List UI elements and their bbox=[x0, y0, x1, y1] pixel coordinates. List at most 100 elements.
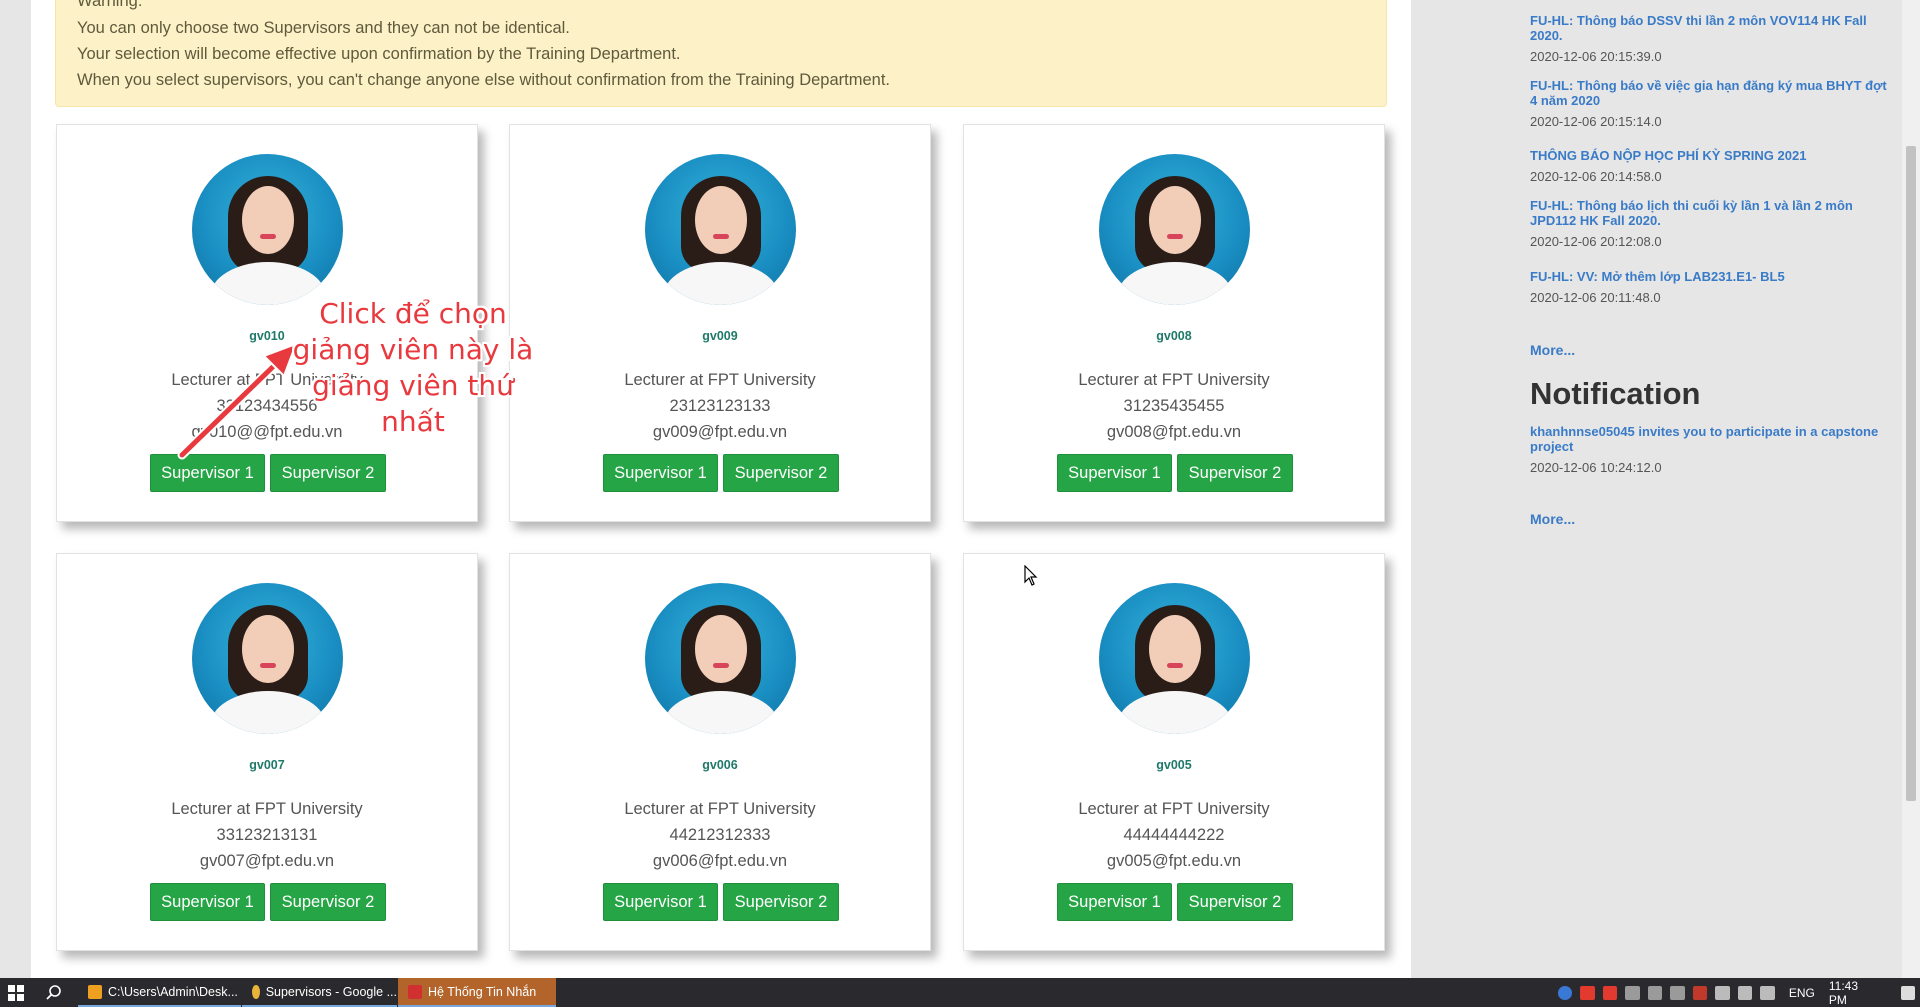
chrome-icon bbox=[252, 984, 260, 999]
windows-start-icon[interactable] bbox=[8, 985, 24, 1001]
supervisor-card: gv006 Lecturer at FPT University 4421231… bbox=[509, 553, 931, 951]
tray-app-icon[interactable] bbox=[1647, 985, 1663, 1000]
supervisor-code: gv005 bbox=[1156, 758, 1192, 772]
warning-box: Warning: You can only choose two Supervi… bbox=[55, 0, 1387, 107]
supervisor-role: Lecturer at FPT University bbox=[171, 800, 363, 818]
news-date: 2020-12-06 20:12:08.0 bbox=[1530, 234, 1662, 249]
supervisor-role: Lecturer at FPT University bbox=[1078, 371, 1270, 389]
warning-line: You can only choose two Supervisors and … bbox=[77, 19, 570, 37]
annotation-line: giảng viên thứ bbox=[312, 369, 514, 402]
taskbar-item-label: Supervisors - Google ... bbox=[265, 984, 397, 999]
supervisor-email: gv008@fpt.edu.vn bbox=[1106, 423, 1242, 441]
tray-app-icon[interactable] bbox=[1670, 985, 1685, 1000]
taskbar-item-messages[interactable]: Hệ Thống Tin Nhắn bbox=[398, 978, 556, 1007]
warning-line: Your selection will become effective upo… bbox=[77, 45, 681, 63]
news-date: 2020-12-06 20:11:48.0 bbox=[1530, 290, 1661, 305]
avatar bbox=[1099, 583, 1250, 734]
supervisor-phone: 33123213131 bbox=[216, 826, 318, 844]
news-item: FU-HL: Thông báo lịch thi cuối kỳ lần 1 … bbox=[1530, 198, 1890, 249]
news-more-link[interactable]: More... bbox=[1530, 342, 1575, 358]
supervisor-2-button[interactable]: Supervisor 2 bbox=[723, 883, 839, 921]
supervisor-email: gv009@fpt.edu.vn bbox=[652, 423, 788, 441]
search-icon[interactable] bbox=[45, 984, 63, 1002]
supervisor-1-button[interactable]: Supervisor 1 bbox=[603, 454, 718, 492]
language-indicator[interactable]: ENG bbox=[1789, 986, 1815, 1000]
supervisor-1-button[interactable]: Supervisor 1 bbox=[603, 883, 718, 921]
annotation-line: giảng viên này là bbox=[292, 333, 534, 366]
taskbar-item-chrome[interactable]: Supervisors - Google ... bbox=[242, 978, 397, 1007]
notification-link[interactable]: khanhnnse05045 invites you to participat… bbox=[1530, 424, 1890, 454]
tray-app-icon[interactable] bbox=[1625, 985, 1640, 1000]
clock[interactable]: 11:43 PM bbox=[1829, 979, 1875, 1007]
supervisor-2-button[interactable]: Supervisor 2 bbox=[723, 454, 839, 492]
supervisor-code: gv007 bbox=[249, 758, 285, 772]
scrollbar-thumb[interactable] bbox=[1906, 146, 1916, 801]
supervisor-code: gv008 bbox=[1156, 329, 1192, 343]
supervisor-phone: 31235435455 bbox=[1123, 397, 1225, 415]
supervisor-role: Lecturer at FPT University bbox=[1078, 800, 1270, 818]
news-item: FU-HL: Thông báo về việc gia hạn đăng ký… bbox=[1530, 78, 1890, 129]
news-link[interactable]: FU-HL: Thông báo lịch thi cuối kỳ lần 1 … bbox=[1530, 198, 1890, 228]
supervisor-code: gv009 bbox=[702, 329, 738, 343]
annotation-line: nhất bbox=[381, 405, 445, 438]
mouse-cursor-icon bbox=[1024, 565, 1038, 586]
taskbar: C:\Users\Admin\Desk... Supervisors - Goo… bbox=[0, 978, 1920, 1007]
annotation-text: Click để chọn giảng viên này là giảng vi… bbox=[288, 296, 538, 440]
news-item: FU-HL: VV: Mở thêm lớp LAB231.E1- BL5 20… bbox=[1530, 269, 1890, 305]
warning-title: Warning: bbox=[77, 0, 143, 10]
news-link[interactable]: FU-HL: VV: Mở thêm lớp LAB231.E1- BL5 bbox=[1530, 269, 1890, 284]
avatar bbox=[1099, 154, 1250, 305]
annotation-line: Click để chọn bbox=[319, 297, 507, 330]
notification-more-link[interactable]: More... bbox=[1530, 511, 1575, 527]
news-item: FU-HL: Thông báo DSSV thi lần 2 môn VOV1… bbox=[1530, 13, 1890, 64]
supervisor-phone: 44444444222 bbox=[1123, 826, 1225, 844]
supervisor-phone: 23123123133 bbox=[669, 397, 771, 415]
news-date: 2020-12-06 20:15:14.0 bbox=[1530, 114, 1662, 129]
network-icon[interactable] bbox=[1760, 985, 1775, 1000]
supervisor-card: gv005 Lecturer at FPT University 4444444… bbox=[963, 553, 1385, 951]
supervisor-1-button[interactable]: Supervisor 1 bbox=[1057, 454, 1172, 492]
avatar bbox=[645, 154, 796, 305]
avatar bbox=[192, 154, 343, 305]
system-tray: ENG 11:43 PM bbox=[1558, 978, 1920, 1007]
taskbar-item-label: Hệ Thống Tin Nhắn bbox=[428, 984, 537, 999]
supervisor-1-button[interactable]: Supervisor 1 bbox=[150, 883, 265, 921]
supervisor-email: gv005@fpt.edu.vn bbox=[1106, 852, 1242, 870]
supervisor-1-button[interactable]: Supervisor 1 bbox=[1057, 883, 1172, 921]
action-center-icon[interactable] bbox=[1900, 985, 1916, 1000]
news-date: 2020-12-06 20:14:58.0 bbox=[1530, 169, 1662, 184]
avatar bbox=[192, 583, 343, 734]
battery-icon[interactable] bbox=[1715, 985, 1730, 1000]
notification-heading: Notification bbox=[1530, 376, 1701, 411]
main-content: Warning: You can only choose two Supervi… bbox=[31, 0, 1411, 978]
supervisor-email: gv007@fpt.edu.vn bbox=[199, 852, 335, 870]
avatar bbox=[645, 583, 796, 734]
notification-date: 2020-12-06 10:24:12.0 bbox=[1530, 460, 1662, 475]
tray-app-icon[interactable] bbox=[1602, 985, 1618, 1000]
news-link[interactable]: FU-HL: Thông báo về việc gia hạn đăng ký… bbox=[1530, 78, 1890, 108]
volume-icon[interactable] bbox=[1737, 985, 1753, 1000]
taskbar-item-explorer[interactable]: C:\Users\Admin\Desk... bbox=[78, 978, 241, 1007]
folder-icon bbox=[88, 984, 102, 999]
supervisor-2-button[interactable]: Supervisor 2 bbox=[1177, 883, 1293, 921]
taskbar-item-label: C:\Users\Admin\Desk... bbox=[108, 984, 238, 999]
supervisor-card: gv009 Lecturer at FPT University 2312312… bbox=[509, 124, 931, 522]
tray-app-icon[interactable] bbox=[1580, 985, 1595, 1000]
notification-item: khanhnnse05045 invites you to participat… bbox=[1530, 424, 1890, 475]
app-icon bbox=[408, 984, 422, 999]
tray-app-icon[interactable] bbox=[1558, 985, 1573, 1000]
supervisor-role: Lecturer at FPT University bbox=[624, 800, 816, 818]
supervisor-2-button[interactable]: Supervisor 2 bbox=[270, 883, 386, 921]
news-link[interactable]: THÔNG BÁO NỘP HỌC PHÍ KỲ SPRING 2021 bbox=[1530, 148, 1890, 163]
supervisor-2-button[interactable]: Supervisor 2 bbox=[1177, 454, 1293, 492]
warning-line: When you select supervisors, you can't c… bbox=[77, 71, 890, 89]
supervisor-phone: 44212312333 bbox=[669, 826, 771, 844]
tray-app-icon[interactable] bbox=[1692, 985, 1708, 1000]
page-scrollbar[interactable] bbox=[1902, 0, 1920, 978]
news-date: 2020-12-06 20:15:39.0 bbox=[1530, 49, 1662, 64]
supervisor-card: gv007 Lecturer at FPT University 3312321… bbox=[56, 553, 478, 951]
supervisor-role: Lecturer at FPT University bbox=[624, 371, 816, 389]
news-link[interactable]: FU-HL: Thông báo DSSV thi lần 2 môn VOV1… bbox=[1530, 13, 1890, 43]
supervisor-email: gv006@fpt.edu.vn bbox=[652, 852, 788, 870]
supervisor-card: gv008 Lecturer at FPT University 3123543… bbox=[963, 124, 1385, 522]
